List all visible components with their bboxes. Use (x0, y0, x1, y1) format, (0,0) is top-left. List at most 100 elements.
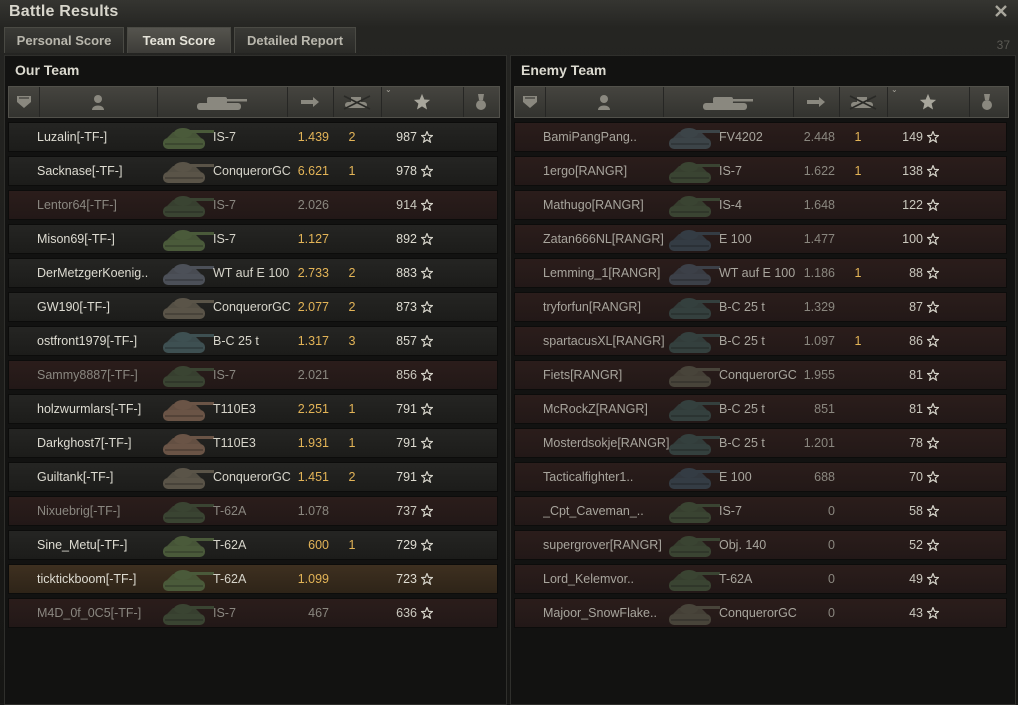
close-icon[interactable] (992, 2, 1010, 20)
battle-results-window: Battle Results Personal Score Team Score… (0, 0, 1018, 705)
kills-value (337, 565, 367, 593)
enemy-team-header-kills[interactable] (839, 87, 888, 117)
damage-value: 2.448 (803, 130, 835, 144)
player-row[interactable]: 1ergo[RANGR] IS-7 1.622 1 138 (514, 156, 1007, 186)
tank-name: T-62A (719, 572, 753, 586)
tab-detailed-report[interactable]: Detailed Report (234, 27, 356, 53)
enemy-team-header-rank[interactable] (515, 87, 546, 117)
kills-value (337, 361, 367, 389)
xp-value: 100 (902, 232, 923, 246)
damage-value: 1.099 (297, 572, 329, 586)
player-row[interactable]: GW190[-TF-] ConquerorGC 2.077 2 873 (8, 292, 498, 322)
our-team-header-rank[interactable] (9, 87, 40, 117)
xp-value: 723 (396, 572, 417, 586)
tank-image-icon (665, 532, 721, 565)
kills-value: 1 (348, 538, 356, 552)
xp-value: 914 (396, 198, 417, 212)
our-team-header-damage[interactable] (287, 87, 334, 117)
kills-value (843, 225, 873, 253)
player-row[interactable]: DerMetzgerKoenig.. WT auf E 100 2.733 2 883 (8, 258, 498, 288)
player-row[interactable]: Tacticalfighter1.. E 100 688 70 (514, 462, 1007, 492)
player-row[interactable]: M4D_0f_0C5[-TF-] IS-7 467 636 (8, 598, 498, 628)
tank-image-icon (665, 498, 721, 531)
kills-value: 1 (854, 164, 862, 178)
player-row[interactable]: Sine_Metu[-TF-] T-62A 600 1 729 (8, 530, 498, 560)
our-team-header-player[interactable] (39, 87, 158, 117)
player-row[interactable]: Sammy8887[-TF-] IS-7 2.021 856 (8, 360, 498, 390)
player-row[interactable]: Majoor_SnowFlake.. ConquerorGC 0 43 (514, 598, 1007, 628)
player-row[interactable]: Lentor64[-TF-] IS-7 2.026 914 (8, 190, 498, 220)
enemy-team-header-player[interactable] (545, 87, 664, 117)
player-row[interactable]: Mathugo[RANGR] IS-4 1.648 122 (514, 190, 1007, 220)
kills-value (843, 497, 873, 525)
player-name: spartacusXL[RANGR] (543, 334, 665, 348)
enemy-team-header-medal[interactable] (969, 87, 1005, 117)
player-row[interactable]: ostfront1979[-TF-] B-C 25 t 1.317 3 857 (8, 326, 498, 356)
tab-personal-score[interactable]: Personal Score (4, 27, 124, 53)
damage-value: 1.439 (297, 130, 329, 144)
player-name: _Cpt_Caveman_.. (543, 504, 644, 518)
damage-value: 1.127 (297, 232, 329, 246)
damage-value: 0 (828, 572, 835, 586)
tank-name: IS-7 (213, 232, 236, 246)
player-row[interactable]: spartacusXL[RANGR] B-C 25 t 1.097 1 86 (514, 326, 1007, 356)
player-name: ticktickboom[-TF-] (37, 572, 137, 586)
damage-value: 1.931 (297, 436, 329, 450)
player-name: BamiPangPang.. (543, 130, 637, 144)
tank-name: T-62A (213, 504, 247, 518)
player-row[interactable]: Luzalin[-TF-] IS-7 1.439 2 987 (8, 122, 498, 152)
kills-value: 1 (854, 334, 862, 348)
our-team-header-kills[interactable] (333, 87, 382, 117)
player-row[interactable]: McRockZ[RANGR] B-C 25 t 851 81 (514, 394, 1007, 424)
tank-image-icon (665, 260, 721, 293)
player-name: Sacknase[-TF-] (37, 164, 123, 178)
player-row[interactable]: supergrover[RANGR] Obj. 140 0 52 (514, 530, 1007, 560)
player-name: 1ergo[RANGR] (543, 164, 628, 178)
player-row[interactable]: ticktickboom[-TF-] T-62A 1.099 723 (8, 564, 498, 594)
player-row[interactable]: Sacknase[-TF-] ConquerorGC 6.621 1 978 (8, 156, 498, 186)
tank-image-icon (665, 464, 721, 497)
player-row[interactable]: Nixuebrig[-TF-] T-62A 1.078 737 (8, 496, 498, 526)
tank-image-icon (159, 260, 215, 293)
player-row[interactable]: Guiltank[-TF-] ConquerorGC 1.451 2 791 (8, 462, 498, 492)
xp-value: 636 (396, 606, 417, 620)
tab-team-score[interactable]: Team Score (127, 27, 231, 53)
our-team-header-tank[interactable] (157, 87, 288, 117)
xp-star-icon (926, 334, 940, 348)
player-row[interactable]: Zatan666NL[RANGR] E 100 1.477 100 (514, 224, 1007, 254)
tank-name: T110E3 (213, 402, 256, 416)
player-name: Sine_Metu[-TF-] (37, 538, 128, 552)
player-row[interactable]: Mosterdsokje[RANGR] B-C 25 t 1.201 78 (514, 428, 1007, 458)
kills-value: 2 (348, 300, 356, 314)
player-name: GW190[-TF-] (37, 300, 110, 314)
tank-image-icon (159, 192, 215, 225)
xp-star-icon (420, 368, 434, 382)
tank-image-icon (159, 328, 215, 361)
tank-name: B-C 25 t (213, 334, 259, 348)
player-row[interactable]: tryforfun[RANGR] B-C 25 t 1.329 87 (514, 292, 1007, 322)
damage-value: 467 (308, 606, 329, 620)
player-row[interactable]: Fiets[RANGR] ConquerorGC 1.955 81 (514, 360, 1007, 390)
xp-value: 791 (396, 436, 417, 450)
player-name: ostfront1979[-TF-] (37, 334, 138, 348)
damage-value: 0 (828, 538, 835, 552)
our-team-header-xp-star[interactable]: ⌄ (381, 85, 464, 117)
our-team-header-medal[interactable] (463, 87, 499, 117)
player-row[interactable]: Lemming_1[RANGR] WT auf E 100 1.186 1 88 (514, 258, 1007, 288)
player-row[interactable]: BamiPangPang.. FV4202 2.448 1 149 (514, 122, 1007, 152)
player-row[interactable]: holzwurmlars[-TF-] T110E3 2.251 1 791 (8, 394, 498, 424)
damage-value: 2.733 (297, 266, 329, 280)
enemy-team-header-xp-star[interactable]: ⌄ (887, 85, 970, 117)
kills-value: 2 (348, 130, 356, 144)
damage-value: 600 (308, 538, 329, 552)
tank-name: ConquerorGC (719, 606, 797, 620)
player-row[interactable]: Mison69[-TF-] IS-7 1.127 892 (8, 224, 498, 254)
tank-name: T110E3 (213, 436, 256, 450)
player-row[interactable]: _Cpt_Caveman_.. IS-7 0 58 (514, 496, 1007, 526)
xp-star-icon (926, 504, 940, 518)
enemy-team-header-tank[interactable] (663, 87, 794, 117)
kills-value: 1 (348, 402, 356, 416)
player-row[interactable]: Lord_Kelemvor.. T-62A 0 49 (514, 564, 1007, 594)
enemy-team-header-damage[interactable] (793, 87, 840, 117)
player-row[interactable]: Darkghost7[-TF-] T110E3 1.931 1 791 (8, 428, 498, 458)
